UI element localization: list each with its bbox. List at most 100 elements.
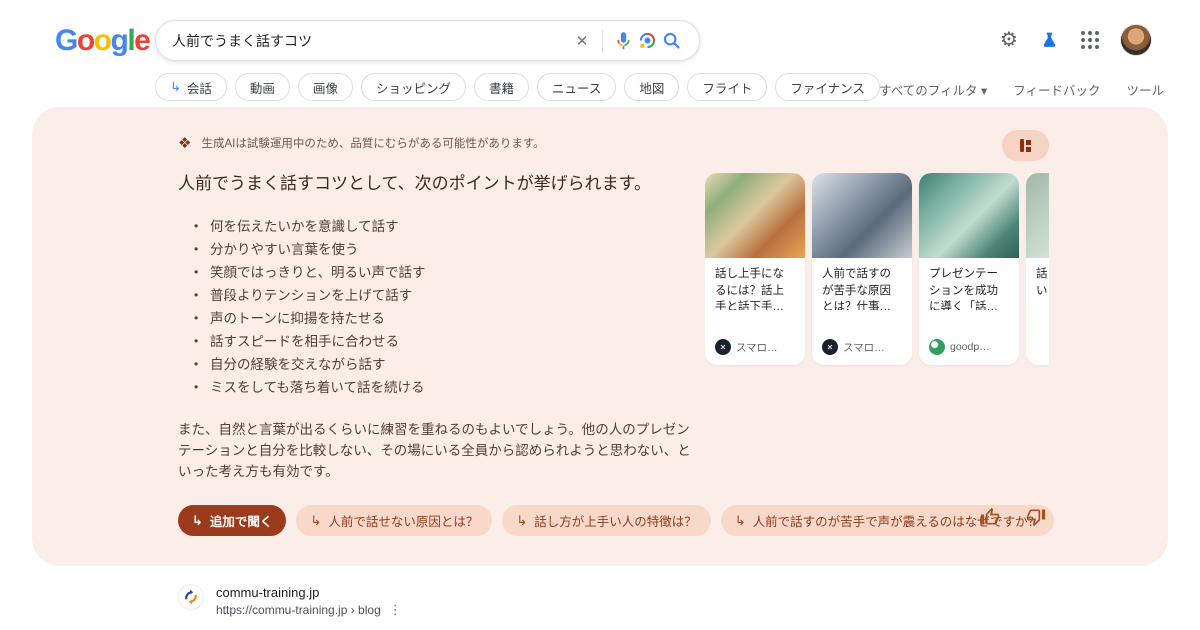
voice-search-icon[interactable] — [611, 29, 635, 53]
thumbs-down-icon[interactable] — [1026, 507, 1046, 527]
ai-answer-heading: 人前でうまく話すコツとして、次のポイントが挙げられます。 — [178, 171, 708, 197]
card-title: 話し方が上手い… — [1026, 258, 1049, 299]
toggle-glyph-bar — [1020, 139, 1024, 152]
followup-arrow-icon: ↳ — [192, 514, 203, 527]
followup-label: 話し方が上手い人の特徴は？ — [534, 511, 697, 530]
search-input[interactable] — [172, 33, 570, 49]
site-favicon-icon — [178, 584, 204, 610]
card-title: プレゼンテーションを成功に導く「話… — [919, 258, 1019, 310]
bullet-item: 分かりやすい言葉を使う — [194, 238, 694, 261]
source-card[interactable]: プレゼンテーションを成功に導く「話… goodp… — [919, 173, 1019, 365]
bullet-item: 何を伝えたいかを意識して話す — [194, 215, 694, 238]
source-favicon-icon: ✕ — [715, 339, 731, 355]
logo-letter: o — [94, 24, 111, 57]
tab-shopping[interactable]: ショッピング — [361, 73, 466, 101]
result-site-name[interactable]: commu-training.jp — [216, 585, 402, 600]
followup-arrow-icon: ↳ — [310, 514, 321, 527]
account-avatar[interactable] — [1120, 24, 1152, 56]
card-title: 人前で話すのが苦手な原因とは？仕事… — [812, 258, 912, 310]
ask-followup-button[interactable]: ↳ 追加で聞く — [178, 505, 286, 536]
tab-label: 書籍 — [489, 78, 514, 97]
tools-link[interactable]: ツール — [1126, 80, 1164, 99]
search-labs-icon[interactable] — [1039, 30, 1060, 51]
logo-letter: g — [111, 24, 128, 57]
google-apps-grid-icon[interactable] — [1081, 31, 1099, 49]
tab-label: ファイナンス — [790, 78, 865, 97]
followup-arrow-icon: ↳ — [516, 514, 527, 527]
source-card[interactable]: 話し上手になるには？話上手と話下手… ✕ スマロ… — [705, 173, 805, 365]
tab-conversation[interactable]: ↳ 会話 — [155, 73, 227, 101]
ai-disclaimer: ❖ 生成AIは試験運用中のため、品質にむらがある可能性があります。 — [178, 135, 545, 151]
result-more-options-icon[interactable]: ⋮ — [389, 602, 402, 618]
feedback-link[interactable]: フィードバック — [1013, 80, 1100, 99]
all-filters-dropdown[interactable]: すべてのフィルタ ▾ — [879, 80, 987, 99]
clear-search-icon[interactable]: ✕ — [570, 29, 594, 53]
followup-label: 人前で話せない原因とは？ — [328, 511, 478, 530]
bullet-item: 話すスピードを相手に合わせる — [194, 330, 694, 353]
ask-followup-label: 追加で聞く — [210, 511, 273, 530]
divider — [602, 30, 603, 52]
tab-label: フライト — [702, 78, 752, 97]
tab-label: 画像 — [313, 78, 338, 97]
toggle-glyph-squares — [1026, 140, 1031, 152]
card-thumbnail-image — [705, 173, 805, 258]
ai-disclaimer-text: 生成AIは試験運用中のため、品質にむらがある可能性があります。 — [201, 135, 544, 151]
card-thumbnail-image — [812, 173, 912, 258]
source-name: スマロ… — [736, 340, 778, 355]
outline-view-toggle-button[interactable] — [1002, 130, 1049, 161]
ai-answer-bullet-list: 何を伝えたいかを意識して話す 分かりやすい言葉を使う 笑顔ではっきりと、明るい声… — [194, 215, 694, 399]
followup-suggestion-chip[interactable]: ↳ 話し方が上手い人の特徴は？ — [502, 505, 710, 536]
ai-answer-paragraph: また、自然と言葉が出るくらいに練習を重ねるのもよいでしょう。他の人のプレゼンテー… — [178, 419, 700, 482]
tab-maps[interactable]: 地図 — [624, 73, 679, 101]
search-bar[interactable]: ✕ — [155, 20, 700, 61]
source-favicon-icon: ✕ — [822, 339, 838, 355]
google-logo[interactable]: Google — [55, 24, 149, 58]
card-source: ✕ スマロ… — [715, 339, 778, 355]
card-source: ✕ スマロ… — [822, 339, 885, 355]
bullet-item: 声のトーンに抑揚を持たせる — [194, 307, 694, 330]
source-cards-carousel[interactable]: 話し上手になるには？話上手と話下手… ✕ スマロ… 人前で話すのが苦手な原因とは… — [705, 173, 1049, 369]
search-submit-icon[interactable] — [659, 29, 683, 53]
card-thumbnail-image — [1026, 173, 1049, 258]
conversation-arrow-icon: ↳ — [170, 79, 181, 95]
tabs-right-tools: すべてのフィルタ ▾ フィードバック ツール — [879, 80, 1164, 99]
bullet-item: 自分の経験を交えながら話す — [194, 353, 694, 376]
header-actions: ⚙ — [1000, 24, 1152, 56]
google-lens-icon[interactable] — [635, 29, 659, 53]
logo-letter: G — [55, 24, 77, 57]
tab-label: 動画 — [250, 78, 275, 97]
followup-arrow-icon: ↳ — [735, 514, 746, 527]
bullet-item: ミスをしても落ち着いて話を続ける — [194, 376, 694, 399]
card-title: 話し上手になるには？話上手と話下手… — [705, 258, 805, 310]
settings-gear-icon[interactable]: ⚙ — [1000, 30, 1018, 50]
answer-feedback — [980, 507, 1046, 527]
tab-label: ニュース — [552, 78, 601, 97]
bullet-item: 普段よりテンションを上げて話す — [194, 284, 694, 307]
tab-flights[interactable]: フライト — [687, 73, 767, 101]
result-url: https://commu-training.jp › blog — [216, 603, 381, 617]
generative-ai-panel: ❖ 生成AIは試験運用中のため、品質にむらがある可能性があります。 人前でうまく… — [32, 107, 1168, 566]
generative-ai-sparkle-icon: ❖ — [178, 136, 191, 151]
tab-label: 地図 — [639, 78, 664, 97]
source-card[interactable]: 人前で話すのが苦手な原因とは？仕事… ✕ スマロ… — [812, 173, 912, 365]
source-name: スマロ… — [843, 340, 885, 355]
tab-images[interactable]: 画像 — [298, 73, 353, 101]
result-meta: commu-training.jp https://commu-training… — [216, 584, 402, 618]
logo-letter: o — [77, 24, 94, 57]
search-mode-tabs: ↳ 会話 動画 画像 ショッピング 書籍 ニュース 地図 フライト ファイナンス — [155, 73, 880, 101]
organic-result[interactable]: commu-training.jp https://commu-training… — [178, 584, 402, 618]
followup-suggestion-chip[interactable]: ↳ 人前で話せない原因とは？ — [296, 505, 492, 536]
tab-news[interactable]: ニュース — [537, 73, 616, 101]
card-thumbnail-image — [919, 173, 1019, 258]
source-name: goodp… — [950, 341, 990, 353]
bullet-item: 笑顔ではっきりと、明るい声で話す — [194, 261, 694, 284]
tab-books[interactable]: 書籍 — [474, 73, 529, 101]
card-source: goodp… — [929, 339, 990, 355]
tab-label: ショッピング — [376, 78, 451, 97]
thumbs-up-icon[interactable] — [980, 507, 1000, 527]
source-card-partial[interactable]: 話し方が上手い… — [1026, 173, 1049, 365]
tab-videos[interactable]: 動画 — [235, 73, 290, 101]
followup-suggestions: ↳ 追加で聞く ↳ 人前で話せない原因とは？ ↳ 話し方が上手い人の特徴は？ ↳… — [178, 505, 1054, 536]
tab-label: 会話 — [187, 78, 212, 97]
tab-finance[interactable]: ファイナンス — [775, 73, 880, 101]
